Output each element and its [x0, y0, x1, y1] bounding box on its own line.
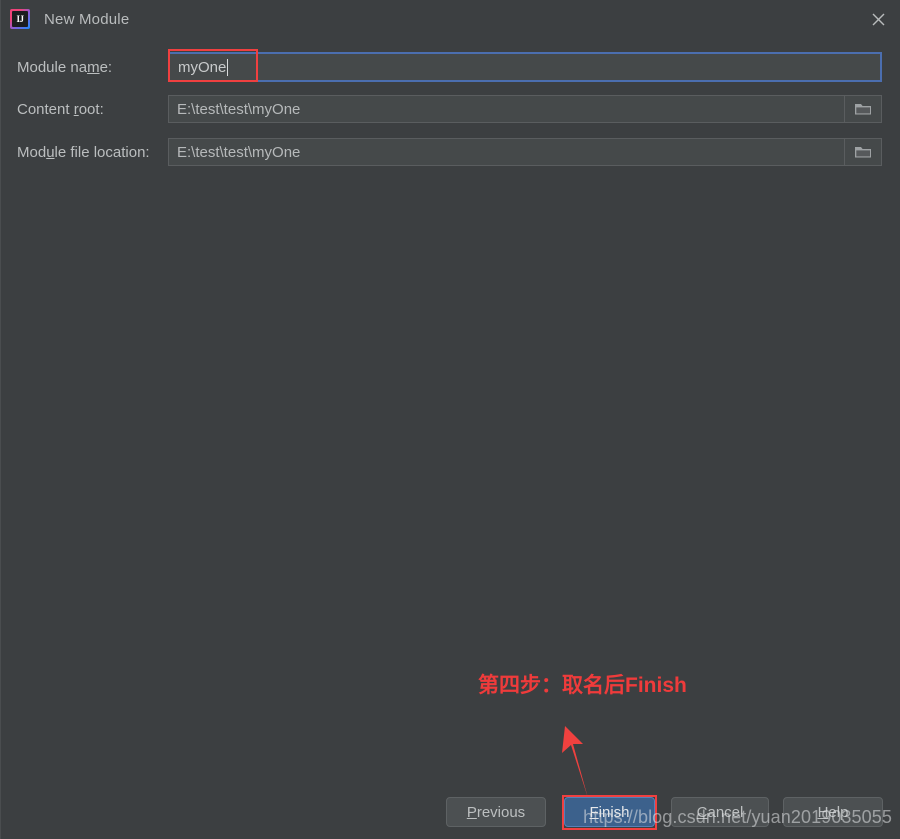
module-name-label: Module name:	[17, 58, 113, 76]
module-file-location-browse-button[interactable]	[844, 139, 881, 165]
module-file-location-input[interactable]: E:\test\test\myOne	[168, 138, 882, 166]
module-file-location-label: Module file location:	[17, 143, 150, 161]
module-file-location-value: E:\test\test\myOne	[177, 143, 301, 161]
previous-button[interactable]: Previous	[446, 797, 546, 827]
help-button[interactable]: Help	[783, 797, 883, 827]
red-arrow-up-icon	[562, 726, 588, 798]
module-name-value: myOne	[178, 58, 227, 76]
annotation-step-text: 第四步：取名后Finish	[478, 674, 687, 697]
new-module-dialog: IJ New Module Module name: myOne Content…	[0, 0, 900, 839]
content-root-label: Content root:	[17, 100, 104, 118]
dialog-title: New Module	[44, 10, 130, 28]
content-root-value: E:\test\test\myOne	[177, 100, 301, 118]
finish-button[interactable]: Finish	[564, 797, 655, 827]
module-name-input[interactable]: myOne	[168, 52, 882, 82]
content-root-browse-button[interactable]	[844, 96, 881, 122]
cancel-button[interactable]: Cancel	[671, 797, 769, 827]
folder-icon	[855, 104, 871, 115]
close-icon	[872, 13, 884, 25]
content-root-row: Content root: E:\test\test\myOne	[1, 94, 900, 124]
intellij-idea-icon: IJ	[10, 9, 30, 29]
app-icon-letters: IJ	[12, 11, 28, 27]
text-caret	[227, 58, 229, 76]
dialog-titlebar: IJ New Module	[1, 0, 900, 38]
module-name-row: Module name: myOne	[1, 52, 900, 82]
content-root-input[interactable]: E:\test\test\myOne	[168, 95, 882, 123]
close-button[interactable]	[855, 0, 900, 38]
folder-icon	[855, 147, 871, 158]
module-file-location-row: Module file location: E:\test\test\myOne	[1, 137, 900, 167]
